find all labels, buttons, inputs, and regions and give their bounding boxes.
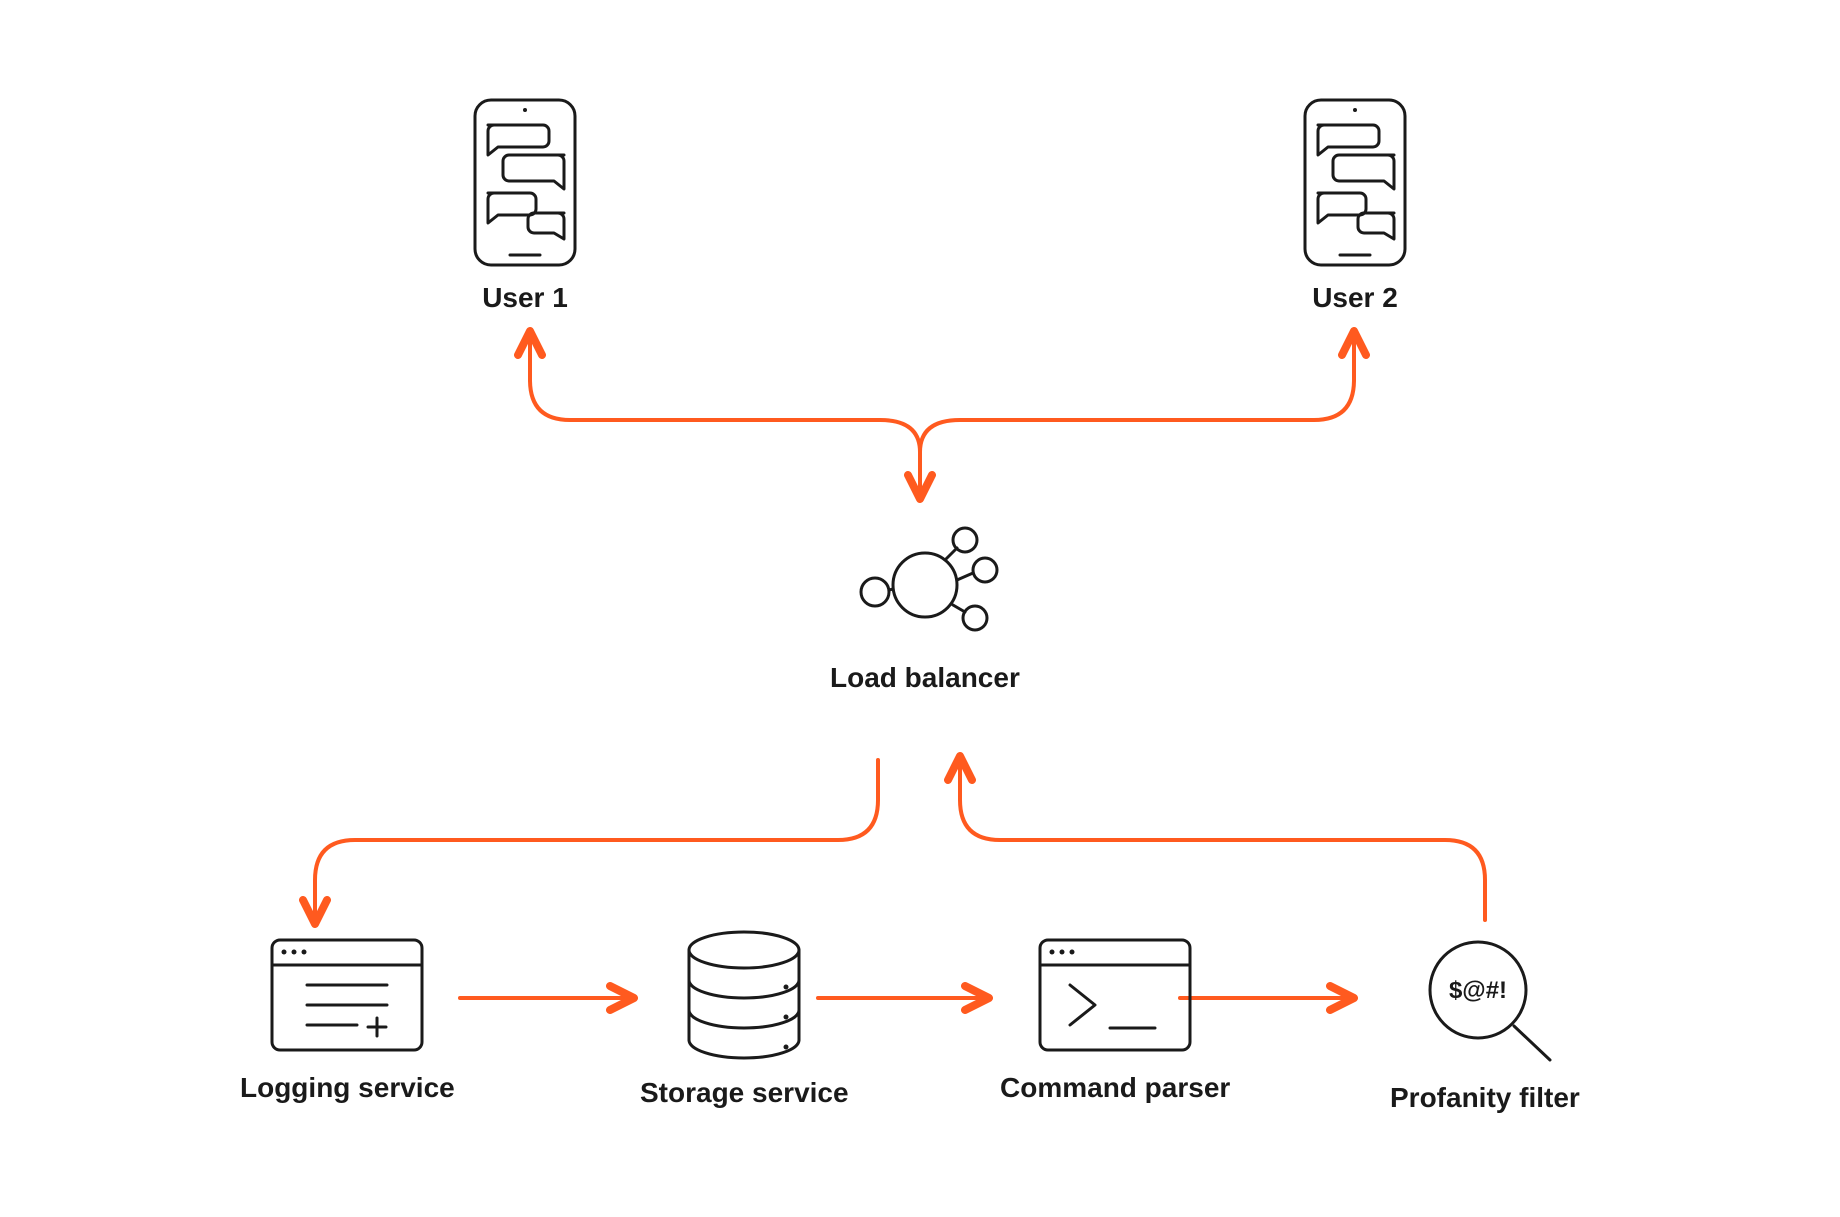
logging-service-icon [262, 930, 432, 1060]
storage-service-label: Storage service [640, 1077, 849, 1109]
user-1-label: User 1 [482, 282, 568, 314]
phone-chat-icon [460, 95, 590, 270]
profanity-glyph: $@#! [1449, 977, 1507, 1004]
node-user-1: User 1 [460, 95, 590, 314]
node-logging-service: Logging service [240, 930, 455, 1104]
node-storage-service: Storage service [640, 925, 849, 1109]
logging-service-label: Logging service [240, 1072, 455, 1104]
node-profanity-filter: $@#! Profanity filter [1390, 930, 1580, 1114]
phone-chat-icon [1290, 95, 1420, 270]
command-parser-label: Command parser [1000, 1072, 1230, 1104]
database-icon [664, 925, 824, 1065]
user-2-label: User 2 [1312, 282, 1398, 314]
node-user-2: User 2 [1290, 95, 1420, 314]
terminal-icon [1030, 930, 1200, 1060]
node-load-balancer: Load balancer [830, 510, 1020, 694]
profanity-filter-label: Profanity filter [1390, 1082, 1580, 1114]
architecture-diagram: User 1 User 2 Load balancer [0, 0, 1840, 1212]
load-balancer-label: Load balancer [830, 662, 1020, 694]
node-command-parser: Command parser [1000, 930, 1230, 1104]
load-balancer-icon [835, 510, 1015, 650]
magnifier-profanity-icon: $@#! [1400, 930, 1570, 1070]
